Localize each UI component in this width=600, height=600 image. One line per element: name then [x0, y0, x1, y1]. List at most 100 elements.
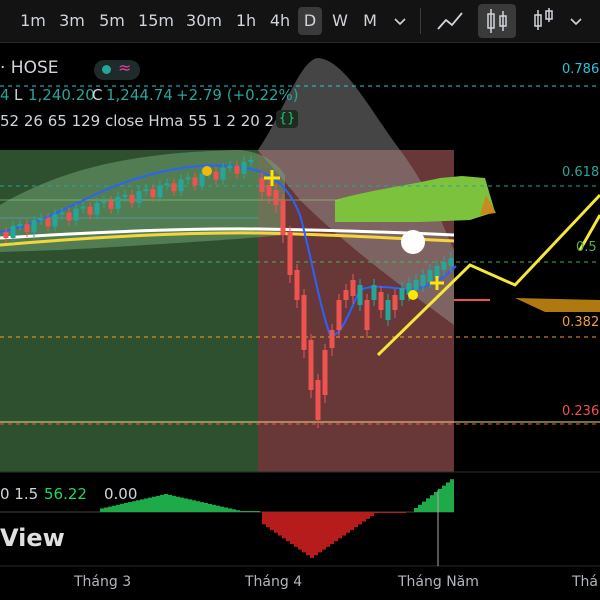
- x-axis-label-next: Thá: [572, 574, 599, 590]
- oscillator-bar: [326, 512, 330, 547]
- oscillator-bar: [374, 512, 378, 514]
- candle-body: [143, 189, 149, 192]
- oscillator-bar: [212, 504, 216, 512]
- candle-body: [122, 194, 128, 197]
- change-value: +2.79 (+0.22%): [176, 86, 299, 104]
- oscillator-bar: [378, 512, 382, 513]
- low-value: 1,240.20: [28, 86, 95, 104]
- ohlc-partial: 4: [0, 86, 10, 104]
- oscillator-bar: [184, 498, 188, 512]
- oscillator-bar: [124, 503, 128, 512]
- signal-white-circle: [401, 230, 425, 254]
- candle-body: [157, 185, 163, 198]
- oscillator-bar: [390, 512, 394, 513]
- oscillator-bar: [318, 512, 322, 553]
- chart-type-dropdown[interactable]: [564, 4, 588, 38]
- oscillator-bar: [200, 502, 204, 512]
- candle-body: [108, 200, 114, 209]
- candle-body: [213, 171, 219, 180]
- oscillator-bar: [252, 511, 256, 512]
- oscillator-bar: [196, 501, 200, 512]
- oscillator-bar: [188, 499, 192, 512]
- oscillator-bar: [140, 499, 144, 512]
- hollow-candles-button[interactable]: [528, 4, 558, 38]
- oscillator-bar: [152, 496, 156, 512]
- candle-body: [266, 185, 272, 196]
- oscillator-bar: [104, 507, 108, 512]
- candle-body: [101, 200, 107, 203]
- timeframe-dropdown[interactable]: [388, 4, 412, 38]
- x-axis-label-thang-nam: Tháng Năm: [398, 574, 479, 590]
- candle-body: [17, 224, 23, 227]
- oscillator-bar: [282, 512, 286, 539]
- watermark-text: View: [0, 524, 65, 552]
- candle-body: [24, 224, 30, 233]
- signal-yellow-dot: [408, 290, 418, 300]
- timeframe-m[interactable]: M: [357, 7, 383, 35]
- timeframe-15m[interactable]: 15m: [134, 7, 178, 35]
- line-chart-button[interactable]: [430, 4, 470, 38]
- oscillator-bar: [334, 512, 338, 542]
- candle-body: [241, 161, 247, 174]
- timeframe-1h[interactable]: 1h: [230, 7, 262, 35]
- oscillator-bar: [236, 510, 240, 512]
- oscillator-bar: [108, 506, 112, 512]
- candles-chart-button[interactable]: [478, 4, 516, 38]
- oscillator-bar: [362, 512, 366, 522]
- oscillator-params: 0 1.5: [0, 485, 39, 503]
- oscillator-bar: [394, 512, 398, 513]
- fib-label-0236: 0.236: [562, 404, 600, 419]
- oscillator-bar: [414, 508, 418, 512]
- candle-body: [392, 295, 398, 310]
- oscillator-bar: [144, 498, 148, 512]
- timeframe-3m[interactable]: 3m: [54, 7, 90, 35]
- candle-body: [441, 262, 447, 270]
- candle-body: [301, 295, 307, 350]
- oscillator-bar: [244, 511, 248, 512]
- candle-body: [115, 196, 121, 209]
- candle-body: [420, 275, 426, 286]
- oscillator-bar: [278, 512, 282, 536]
- oscillator-bar: [290, 512, 294, 544]
- wave-icon: ≈: [118, 58, 132, 77]
- candle-body: [38, 218, 44, 221]
- indicator-params[interactable]: 52 26 65 129 close Hma 55 1 2 20 2: [0, 112, 274, 130]
- oscillator-bar: [330, 512, 334, 544]
- candle-body: [357, 285, 363, 305]
- code-icon[interactable]: {}: [276, 110, 298, 128]
- oscillator-bar: [446, 482, 450, 512]
- oscillator-bar: [382, 512, 386, 513]
- candle-body: [336, 300, 342, 330]
- oscillator-bar: [112, 505, 116, 512]
- oscillator-bar: [358, 512, 362, 525]
- candle-body: [371, 285, 377, 300]
- oscillator-bar: [322, 512, 326, 550]
- oscillator-bar: [314, 512, 318, 556]
- timeframe-5m[interactable]: 5m: [94, 7, 130, 35]
- oscillator-bar: [386, 512, 390, 513]
- candle-body: [322, 350, 328, 395]
- candle-body: [413, 280, 419, 290]
- chart-toolbar: 1m 3m 5m 15m 30m 1h 4h D W M: [0, 0, 600, 43]
- candle-body: [448, 258, 454, 266]
- candle-body: [73, 208, 79, 221]
- oscillator-bar: [354, 512, 358, 528]
- oscillator-bar: [232, 509, 236, 512]
- oscillator-bar: [434, 492, 438, 512]
- oscillator-bar: [208, 503, 212, 512]
- fib-label-0618: 0.618: [562, 165, 600, 180]
- timeframe-w[interactable]: W: [326, 7, 354, 35]
- candle-body: [315, 380, 321, 420]
- oscillator-bar: [418, 504, 422, 512]
- candle-body: [350, 280, 356, 296]
- oscillator-bar: [100, 508, 104, 512]
- oscillator-bar: [128, 502, 132, 512]
- timeframe-1m[interactable]: 1m: [16, 7, 50, 35]
- timeframe-4h[interactable]: 4h: [265, 7, 295, 35]
- timeframe-d[interactable]: D: [298, 7, 322, 35]
- symbol-label[interactable]: · HOSE: [0, 58, 59, 78]
- timeframe-30m[interactable]: 30m: [182, 7, 226, 35]
- oscillator-bar: [266, 512, 270, 528]
- low-label: L: [14, 86, 23, 104]
- oscillator-value: 56.22: [44, 485, 87, 503]
